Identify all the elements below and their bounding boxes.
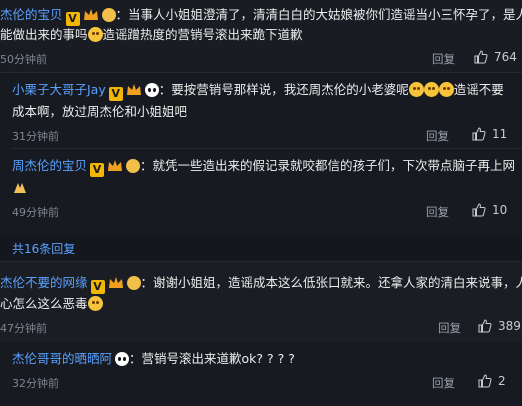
comment-timestamp: 31分钟前 [12, 130, 59, 143]
comment-item: 杰伦不要的网缘 V ：谢谢小姐姐，造谣成本这么低张口就来。还拿人家的清白来说事，人 … [0, 262, 522, 342]
reply-button[interactable]: 回复 [432, 51, 455, 67]
comment-timestamp: 47分钟前 [0, 322, 47, 335]
thumbs-up-icon [478, 374, 492, 388]
reply-button[interactable]: 回复 [426, 128, 449, 144]
like-count: 10 [492, 203, 508, 217]
comment-timestamp: 32分钟前 [12, 377, 59, 390]
crown-badge-icon [83, 8, 99, 22]
crown-badge-icon [126, 83, 142, 97]
reply-button[interactable]: 回复 [426, 204, 449, 220]
praying-hands-emoji-icon [12, 180, 28, 194]
like-button[interactable]: 764 [474, 50, 517, 64]
comment-username[interactable]: 杰伦的宝贝 [0, 7, 63, 22]
face-badge-icon [101, 8, 116, 22]
like-count: 11 [492, 127, 508, 141]
expand-replies-link[interactable]: 共16条回复 [12, 240, 75, 257]
comment-timestamp: 49分钟前 [12, 206, 59, 219]
like-button[interactable]: 10 [472, 203, 507, 217]
v-badge-icon: V [90, 280, 105, 294]
like-button[interactable]: 2 [478, 374, 506, 388]
like-button[interactable]: 11 [472, 127, 507, 141]
smile-emoji-icon [87, 27, 103, 42]
smile-emoji-icon [408, 82, 424, 97]
smile-emoji-icon [423, 82, 439, 97]
smile-emoji-icon [438, 82, 454, 97]
like-count: 389 [498, 319, 521, 333]
smile-emoji-icon [87, 296, 103, 311]
thumbs-up-icon [472, 203, 486, 217]
comment-timestamp: 50分钟前 [0, 53, 47, 66]
comment-item: 小栗子大哥子Jay V ：要按营销号那样说，我还周杰伦的小老婆呢 造谣不要 成本啊，放… [0, 73, 522, 236]
v-badge-icon: V [65, 12, 80, 26]
like-count: 764 [494, 50, 517, 64]
thumbs-up-icon [474, 50, 488, 64]
comment-username[interactable]: 小栗子大哥子Jay [12, 82, 106, 97]
comment-item: 杰伦哥哥的晒晒阿 ：营销号滚出来道歉ok? ? ? ? 32分钟前 回复 2 [0, 342, 522, 406]
v-badge-icon: V [108, 87, 123, 101]
ghost-badge-icon [144, 83, 159, 97]
comment-item: 杰伦的宝贝 V ：当事人小姐姐澄清了，清清白白的大姑娘被你们造谣当小三怀孕了，是人 … [0, 0, 522, 72]
face-badge-icon [126, 159, 141, 173]
comment-text: 杰伦的宝贝 V ：当事人小姐姐澄清了，清清白白的大姑娘被你们造谣当小三怀孕了，是人 [0, 7, 522, 26]
thumbs-up-icon [478, 319, 492, 333]
crown-badge-icon [107, 159, 123, 173]
like-button[interactable]: 389 [478, 319, 521, 333]
ghost-badge-icon [115, 352, 130, 366]
comment-username[interactable]: 杰伦哥哥的晒晒阿 [12, 351, 112, 366]
reply-button[interactable]: 回复 [438, 320, 461, 336]
thumbs-up-icon [472, 127, 486, 141]
reply-button[interactable]: 回复 [432, 375, 455, 391]
like-count: 2 [498, 374, 506, 388]
comment-username[interactable]: 周杰伦的宝贝 [12, 158, 87, 173]
comment-username[interactable]: 杰伦不要的网缘 [0, 275, 88, 290]
v-badge-icon: V [90, 163, 105, 177]
crown-badge-icon [108, 276, 124, 290]
face-badge-icon [126, 276, 141, 290]
